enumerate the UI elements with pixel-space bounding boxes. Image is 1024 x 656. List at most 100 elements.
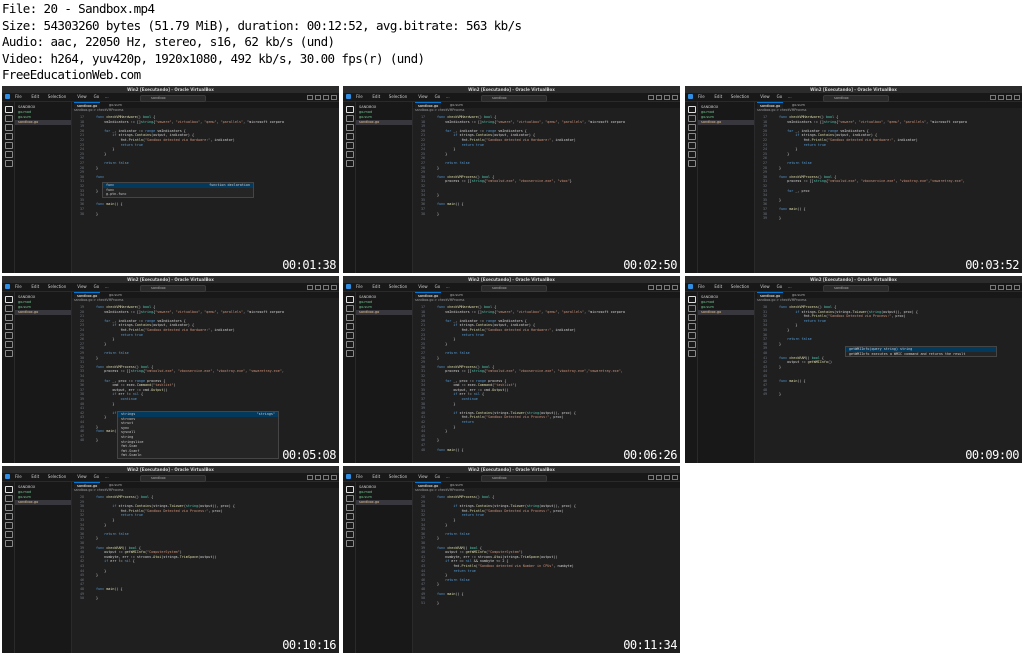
command-search-input[interactable]: sandbox [140,284,206,292]
code-line[interactable]: } [779,166,1022,171]
code-line[interactable]: } [96,596,339,601]
code-line[interactable]: } [437,582,680,587]
explorer-item[interactable]: sandbox.go [698,120,754,125]
search-icon[interactable] [346,115,354,122]
code-line[interactable]: } [779,328,1022,333]
code-line[interactable]: } [779,198,1022,203]
code-line[interactable]: } [96,402,339,407]
menu-item[interactable]: View [760,283,770,291]
menu-item[interactable]: Selection [389,283,407,291]
menu-item[interactable]: Edit [31,93,39,101]
video-thumbnail[interactable]: Win2 [Executando] - Oracle VirtualBox Fil… [343,276,680,463]
extensions-icon[interactable] [688,332,696,339]
menu-item[interactable]: Selection [389,93,407,101]
run-debug-icon[interactable] [346,323,354,330]
layout-control-icon[interactable] [1014,95,1020,100]
layout-control-icon[interactable] [315,95,321,100]
layout-control-icon[interactable] [307,285,313,290]
explorer-icon[interactable] [346,486,354,493]
explorer-item[interactable]: sandbox.go [15,120,71,125]
command-search-input[interactable]: sandbox [481,94,547,102]
code-line[interactable]: vmIndicators := []string{"vmware", "virt… [96,120,339,125]
explorer-icon[interactable] [5,106,13,113]
menu-item[interactable]: File [356,283,363,291]
layout-control-icon[interactable] [656,285,662,290]
code-line[interactable]: } [779,152,1022,157]
layout-control-icon[interactable] [323,95,329,100]
code-line[interactable]: } [96,523,339,528]
code-line[interactable]: } [437,212,680,217]
menu-item[interactable]: File [698,93,705,101]
video-thumbnail[interactable]: Win2 [Executando] - Oracle VirtualBox Fil… [343,86,680,273]
code-line[interactable]: } [96,573,339,578]
run-debug-icon[interactable] [346,513,354,520]
video-thumbnail[interactable]: Win2 [Executando] - Oracle VirtualBox Fil… [685,276,1022,463]
code-line[interactable]: func [96,175,339,180]
remote-icon[interactable] [688,160,696,167]
command-search-input[interactable]: sandbox [823,94,889,102]
code-line[interactable]: } [779,365,1022,370]
command-search-input[interactable]: sandbox [140,474,206,482]
remote-icon[interactable] [5,350,13,357]
code-line[interactable]: } [437,438,680,443]
menu-item[interactable]: ... [446,93,450,101]
code-editor[interactable]: 28 func checkVMProcess() bool {29 30 if st… [413,493,680,653]
run-debug-icon[interactable] [688,133,696,140]
source-control-icon[interactable] [346,124,354,131]
extensions-icon[interactable] [688,142,696,149]
code-line[interactable]: } [779,392,1022,397]
layout-control-icon[interactable] [331,475,337,480]
menu-item[interactable]: View [77,473,87,481]
code-editor[interactable]: 30 func checkVMProcess() bool {31 if stri… [755,303,1022,463]
menu-item[interactable]: Edit [31,283,39,291]
menu-item[interactable]: ... [446,473,450,481]
menu-item[interactable]: View [77,283,87,291]
menu-item[interactable]: File [356,473,363,481]
explorer-item[interactable]: sandbox.go [698,310,754,315]
menu-item[interactable]: Edit [714,93,722,101]
layout-control-icon[interactable] [307,95,313,100]
explorer-icon[interactable] [346,106,354,113]
video-thumbnail[interactable]: Win2 [Executando] - Oracle VirtualBox Fil… [343,466,680,653]
testing-icon[interactable] [346,341,354,348]
run-debug-icon[interactable] [688,323,696,330]
command-search-input[interactable]: sandbox [140,94,206,102]
menu-item[interactable]: Go [435,283,441,291]
code-line[interactable]: if err != nil { [96,559,339,564]
search-icon[interactable] [5,115,13,122]
source-control-icon[interactable] [346,314,354,321]
testing-icon[interactable] [5,531,13,538]
extensions-icon[interactable] [5,332,13,339]
extensions-icon[interactable] [5,142,13,149]
extensions-icon[interactable] [346,142,354,149]
menu-item[interactable]: Selection [389,473,407,481]
explorer-icon[interactable] [688,296,696,303]
code-line[interactable]: process := []string{"vmtoolsd.exe", "vbo… [437,369,680,374]
remote-icon[interactable] [5,160,13,167]
layout-control-icon[interactable] [664,95,670,100]
code-editor[interactable]: 17 func checkVMHardware() bool {18 vmIndi… [755,113,1022,273]
code-line[interactable]: } [437,429,680,434]
code-line[interactable]: vmIndicators := []string{"vmware", "virt… [437,310,680,315]
search-icon[interactable] [346,305,354,312]
menu-item[interactable]: Edit [372,283,380,291]
testing-icon[interactable] [5,151,13,158]
menu-item[interactable]: ... [788,283,792,291]
testing-icon[interactable] [5,341,13,348]
menu-item[interactable]: ... [446,283,450,291]
code-line[interactable]: func checkVMProcess() bool { [96,495,339,500]
video-thumbnail[interactable]: Win2 [Executando] - Oracle VirtualBox Fil… [2,276,339,463]
testing-icon[interactable] [346,531,354,538]
explorer-icon[interactable] [5,486,13,493]
remote-icon[interactable] [346,160,354,167]
explorer-item[interactable]: sandbox.go [356,310,412,315]
search-icon[interactable] [688,115,696,122]
menu-item[interactable]: ... [105,283,109,291]
code-editor[interactable]: 17 func checkVMHardware() bool {18 vmIndi… [413,303,680,463]
run-debug-icon[interactable] [5,133,13,140]
layout-control-icon[interactable] [656,95,662,100]
code-line[interactable]: vmIndicators := []string{"vmware", "virt… [96,310,339,315]
layout-control-icon[interactable] [315,475,321,480]
suggestion-item[interactable]: g.ptn-func [103,192,253,197]
run-debug-icon[interactable] [346,133,354,140]
